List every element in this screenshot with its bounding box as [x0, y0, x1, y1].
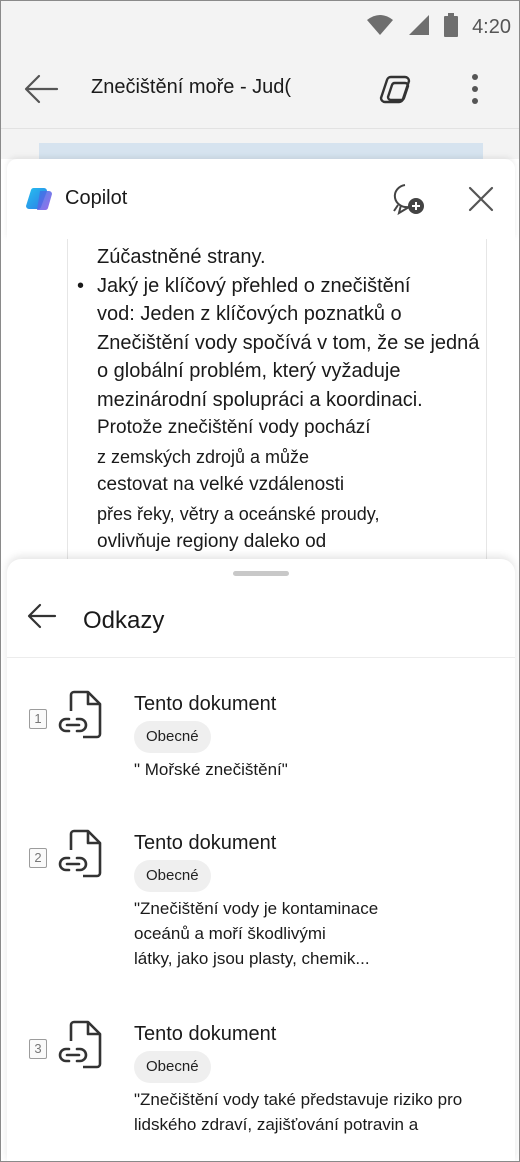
- reference-quote-line: látky, jako jsou plasty, chemik...: [134, 949, 370, 968]
- status-icons: 4:20: [366, 13, 511, 42]
- more-vertical-icon: [472, 74, 478, 104]
- reference-quote: "Znečištění vody je kontaminace oceánů a…: [134, 896, 474, 971]
- reference-quote: " Mořské znečištění": [134, 757, 474, 782]
- linked-document-icon: [58, 690, 102, 739]
- response-line: Zúčastněné strany.: [97, 246, 266, 268]
- status-time: 4:20: [472, 16, 511, 38]
- back-button[interactable]: [23, 73, 59, 105]
- response-line: mezinárodní spolupráci a koordinaci.: [97, 388, 423, 411]
- copilot-conversation: Zúčastněné strany. Jaký je klíčový přehl…: [7, 239, 515, 559]
- response-line: cestovat na velké vzdálenosti: [97, 474, 345, 495]
- document-highlight: [39, 143, 483, 159]
- response-bullet: Jaký je klíčový přehled o znečištění: [73, 272, 493, 301]
- app-bar: Znečištění moře - Jud(: [1, 51, 519, 129]
- reference-quote-line: "Znečištění vody je kontaminace: [134, 899, 379, 918]
- copilot-toggle-icon: [379, 75, 411, 104]
- new-chat-button[interactable]: [389, 181, 425, 217]
- wifi-icon: [366, 14, 394, 41]
- response-line: o globální problém, který vyžaduje: [97, 360, 401, 382]
- copilot-toggle-button[interactable]: [377, 71, 415, 109]
- signal-icon: [408, 14, 430, 41]
- drag-handle[interactable]: [233, 571, 289, 576]
- back-arrow-icon: [27, 603, 57, 629]
- response-line: ovlivňuje regiony daleko od: [97, 531, 327, 552]
- response-line: přes řeky, větry a oceánské proudy,: [97, 503, 380, 524]
- close-copilot-button[interactable]: [467, 185, 495, 213]
- phone-frame: 4:20 Znečištění moře - Jud(Copilot Zúča…: [0, 0, 520, 1162]
- divider: [7, 657, 515, 658]
- status-bar: 4:20: [1, 1, 519, 51]
- document-title: Znečištění moře - Jud(: [91, 76, 292, 98]
- references-title: Odkazy: [83, 607, 165, 634]
- reference-tag: Obecné: [134, 721, 211, 753]
- linked-document-icon: [58, 829, 102, 878]
- close-icon: [468, 186, 494, 212]
- reference-tag: Obecné: [134, 1051, 211, 1083]
- response-line: vod: Jeden z klíčových poznatků o: [97, 303, 402, 325]
- reference-number: 1: [29, 709, 47, 729]
- reference-quote-line: " Mořské znečištění": [134, 760, 288, 779]
- reference-source: Tento dokument: [134, 1023, 277, 1045]
- reference-tag: Obecné: [134, 860, 211, 892]
- response-text: Zúčastněné strany. Jaký je klíčový přehl…: [73, 243, 493, 557]
- reference-number: 3: [29, 1039, 47, 1059]
- reference-source: Tento dokument: [134, 832, 277, 854]
- back-arrow-icon: [24, 74, 59, 104]
- document-canvas: [1, 129, 519, 159]
- references-sheet: Odkazy 1 Tento dokument Obecné " Mořské …: [7, 559, 515, 1161]
- copilot-logo-icon: [26, 187, 52, 211]
- battery-icon: [444, 13, 459, 42]
- reference-quote-line: oceánů a moří škodlivými: [134, 924, 326, 943]
- new-chat-icon: [393, 184, 424, 216]
- reference-quote: "Znečištění vody také představuje riziko…: [134, 1087, 474, 1137]
- response-line: Znečištění vody spočívá v tom, že se jed…: [97, 331, 480, 354]
- response-line: z zemských zdrojů a může: [97, 446, 310, 467]
- copilot-title: Copilot: [65, 187, 128, 209]
- more-options-button[interactable]: [467, 71, 483, 107]
- reference-number: 2: [29, 848, 47, 868]
- reference-quote-line: lidského zdraví, zajišťování potravin a: [134, 1115, 419, 1134]
- reference-quote-line: "Znečištění vody také představuje riziko…: [134, 1090, 463, 1109]
- reference-source: Tento dokument: [134, 693, 277, 715]
- response-line: Protože znečištění vody pochází: [97, 417, 371, 438]
- linked-document-icon: [58, 1020, 102, 1069]
- references-back-button[interactable]: [27, 603, 57, 629]
- copilot-header: Copilot: [7, 159, 515, 239]
